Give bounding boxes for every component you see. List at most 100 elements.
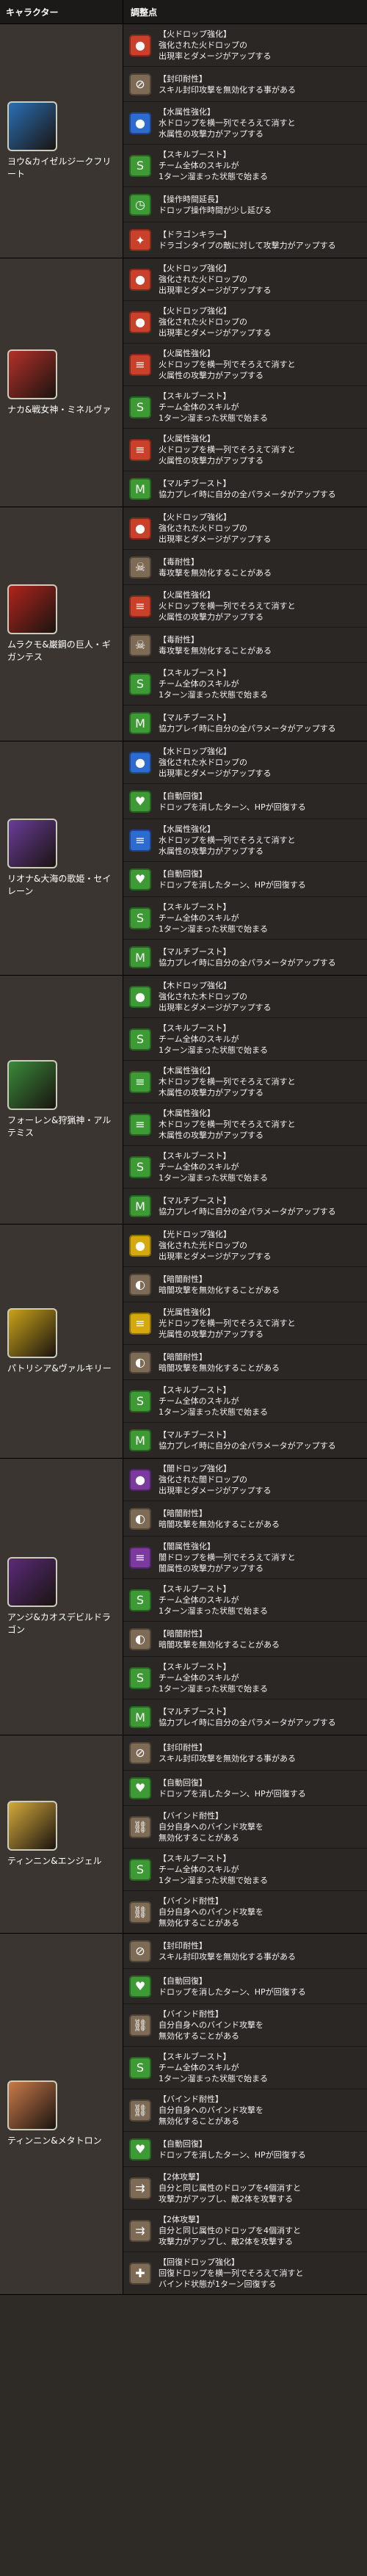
- ability-text: 【火ドロップ強化】 強化された火ドロップの 出現率とダメージがアップする: [159, 512, 271, 545]
- character-table: ヨウ&カイゼルジークフリート ● 【火ドロップ強化】 強化された火ドロップの 出現率とダ…: [0, 24, 367, 2295]
- ability-description: スキル封印攻撃を無効化する事がある: [159, 1753, 296, 1763]
- dark-orb-icon: ●: [129, 1468, 151, 1491]
- ability-title: 【火ドロップ強化】: [159, 29, 231, 39]
- ability-description: チーム全体のスキルが: [159, 1595, 239, 1605]
- ability-title: 【スキルブースト】: [159, 150, 231, 159]
- ability-description: 1ターン溜まった状態で始まる: [159, 690, 269, 700]
- ability-description: 1ターン溜まった状態で始まる: [159, 1407, 269, 1417]
- ability-description: 無効化することがある: [159, 2116, 239, 2126]
- ability-text: 【水属性強化】 水ドロップを横一列でそろえて消すと 水属性の攻撃力がアップする: [159, 106, 295, 139]
- skill-boost-icon: S: [129, 2056, 151, 2079]
- character-portrait: [7, 1060, 57, 1110]
- ability-item: ● 【木ドロップ強化】 強化された木ドロップの 出現率とダメージがアップする: [123, 976, 367, 1018]
- water-orb-icon: ●: [129, 751, 151, 774]
- character-row: ムラクモ&巌鋼の巨人・ギガンテス ● 【火ドロップ強化】 強化された火ドロップの 出現率…: [0, 507, 367, 741]
- character-row: アンジ&カオスデビルドラゴン ● 【闇ドロップ強化】 強化された闇ドロップの 出現率とダ…: [0, 1459, 367, 1735]
- ability-title: 【自動回復】: [159, 1975, 207, 1986]
- ability-description: 暗闇攻撃を無効化することがある: [159, 1285, 280, 1295]
- ability-text: 【スキルブースト】 チーム全体のスキルが 1ターン溜まった状態で始まる: [159, 2051, 268, 2084]
- ability-description: 1ターン溜まった状態で始まる: [159, 1606, 269, 1616]
- character-cell: ティンニン&エンジェル: [0, 1735, 123, 1933]
- ability-item: ♥ 【自動回復】 ドロップを消したターン、HPが回復する: [123, 2132, 367, 2167]
- light-row-icon: ≡: [129, 1312, 151, 1335]
- ability-title: 【回復ドロップ強化】: [159, 2257, 239, 2267]
- ability-title: 【スキルブースト】: [159, 391, 231, 401]
- ability-item: ≡ 【木属性強化】 木ドロップを横一列でそろえて消すと 木属性の攻撃力がアップする: [123, 1061, 367, 1103]
- ability-title: 【スキルブースト】: [159, 1023, 231, 1033]
- ability-item: ⛓ 【バインド耐性】 自分自身へのバインド攻撃を 無効化することがある: [123, 2004, 367, 2047]
- character-portrait: [7, 2080, 57, 2130]
- ability-item: ⇉ 【2体攻撃】 自分と同じ属性のドロップを4個消すと 攻撃力がアップし、敵2体を攻撃…: [123, 2210, 367, 2252]
- ability-item: S 【スキルブースト】 チーム全体のスキルが 1ターン溜まった状態で始まる: [123, 386, 367, 429]
- ability-text: 【光属性強化】 光ドロップを横一列でそろえて消すと 光属性の攻撃力がアップする: [159, 1307, 295, 1340]
- ability-title: 【水属性強化】: [159, 824, 215, 834]
- ability-description: 協力プレイ時に自分の全パラメータがアップする: [159, 958, 336, 968]
- ability-description: 自分と同じ属性のドロップを4個消すと: [159, 2226, 301, 2235]
- two-way-icon: ⇉: [129, 2177, 151, 2199]
- ability-item: S 【スキルブースト】 チーム全体のスキルが 1ターン溜まった状態で始まる: [123, 1848, 367, 1891]
- auto-heal-icon: ♥: [129, 790, 151, 813]
- ability-item: ● 【闇ドロップ強化】 強化された闇ドロップの 出現率とダメージがアップする: [123, 1459, 367, 1501]
- ability-title: 【自動回復】: [159, 2138, 207, 2149]
- ability-description: 木属性の攻撃力がアップする: [159, 1088, 264, 1097]
- ability-title: 【暗闇耐性】: [159, 1628, 207, 1639]
- multi-boost-icon: M: [129, 712, 151, 734]
- character-name: ヨウ&カイゼルジークフリート: [7, 156, 112, 179]
- skill-boost-icon: S: [129, 1390, 151, 1412]
- ability-list: ● 【闇ドロップ強化】 強化された闇ドロップの 出現率とダメージがアップする ◐ 【暗闇耐…: [123, 1459, 367, 1735]
- ability-title: 【スキルブースト】: [159, 1584, 231, 1594]
- ability-description: スキル封印攻撃を無効化する事がある: [159, 1951, 296, 1962]
- ability-description: 火ドロップを横一列でそろえて消すと: [159, 601, 296, 611]
- fire-orb-icon: ●: [129, 517, 151, 540]
- seal-resist-icon: ⊘: [129, 73, 151, 95]
- character-portrait: [7, 1557, 57, 1607]
- ability-text: 【火ドロップ強化】 強化された火ドロップの 出現率とダメージがアップする: [159, 263, 271, 296]
- ability-text: 【封印耐性】 スキル封印攻撃を無効化する事がある: [159, 1742, 296, 1764]
- ability-description: 暗闇攻撃を無効化することがある: [159, 1639, 280, 1650]
- ability-text: 【スキルブースト】 チーム全体のスキルが 1ターン溜まった状態で始まる: [159, 1853, 268, 1886]
- ability-description: 木ドロップを横一列でそろえて消すと: [159, 1120, 296, 1129]
- skill-boost-icon: S: [129, 154, 151, 177]
- darkness-resist-icon: ◐: [129, 1628, 151, 1650]
- ability-item: M 【マルチブースト】 協力プレイ時に自分の全パラメータがアップする: [123, 940, 367, 975]
- character-row: パトリシア&ヴァルキリー ● 【光ドロップ強化】 強化された光ドロップの 出現率とダメー…: [0, 1224, 367, 1459]
- fire-row-icon: ≡: [129, 353, 151, 376]
- ability-description: 水ドロップを横一列でそろえて消すと: [159, 835, 296, 845]
- character-portrait: [7, 101, 57, 151]
- ability-description: 協力プレイ時に自分の全パラメータがアップする: [159, 1207, 336, 1216]
- ability-text: 【スキルブースト】 チーム全体のスキルが 1ターン溜まった状態で始まる: [159, 149, 268, 182]
- ability-title: 【バインド耐性】: [159, 2009, 223, 2019]
- character-name: ムラクモ&巌鋼の巨人・ギガンテス: [7, 639, 111, 662]
- ability-title: 【ドラゴンキラー】: [159, 230, 231, 239]
- ability-text: 【バインド耐性】 自分自身へのバインド攻撃を 無効化することがある: [159, 1895, 264, 1929]
- ability-description: 協力プレイ時に自分の全パラメータがアップする: [159, 490, 336, 499]
- multi-boost-icon: M: [129, 1706, 151, 1728]
- ability-description: 1ターン溜まった状態で始まる: [159, 1173, 269, 1183]
- ability-description: 強化された水ドロップの: [159, 758, 247, 767]
- ability-title: 【マルチブースト】: [159, 1707, 231, 1716]
- character-cell: ヨウ&カイゼルジークフリート: [0, 24, 123, 258]
- ability-title: 【マルチブースト】: [159, 479, 231, 488]
- ability-description: ドロップを消したターン、HPが回復する: [159, 879, 306, 890]
- ability-description: 火属性の攻撃力がアップする: [159, 612, 264, 622]
- ability-text: 【闇ドロップ強化】 強化された闇ドロップの 出現率とダメージがアップする: [159, 1463, 271, 1496]
- ability-text: 【火属性強化】 火ドロップを横一列でそろえて消すと 火属性の攻撃力がアップする: [159, 348, 295, 381]
- ability-description: 強化された火ドロップの: [159, 275, 247, 284]
- ability-item: ≡ 【火属性強化】 火ドロップを横一列でそろえて消すと 火属性の攻撃力がアップする: [123, 344, 367, 386]
- character-portrait: [7, 819, 57, 868]
- ability-text: 【2体攻撃】 自分と同じ属性のドロップを4個消すと 攻撃力がアップし、敵2体を攻撃す…: [159, 2172, 301, 2205]
- light-orb-icon: ●: [129, 1234, 151, 1257]
- ability-text: 【自動回復】 ドロップを消したターン、HPが回復する: [159, 1777, 306, 1799]
- fire-row-icon: ≡: [129, 595, 151, 617]
- ability-title: 【闇ドロップ強化】: [159, 1464, 231, 1473]
- ability-description: 光ドロップを横一列でそろえて消すと: [159, 1318, 296, 1328]
- ability-title: 【マルチブースト】: [159, 947, 231, 957]
- ability-title: 【光属性強化】: [159, 1307, 215, 1317]
- ability-description: 出現率とダメージがアップする: [159, 286, 272, 295]
- ability-text: 【暗闇耐性】 暗闇攻撃を無効化することがある: [159, 1508, 280, 1530]
- ability-description: 毒攻撃を無効化することがある: [159, 645, 272, 656]
- character-row: フォーレン&狩猟神・アルテミス ● 【木ドロップ強化】 強化された木ドロップの 出現率と…: [0, 976, 367, 1224]
- ability-text: 【スキルブースト】 チーム全体のスキルが 1ターン溜まった状態で始まる: [159, 1023, 268, 1056]
- character-row: リオナ&大海の歌姫・セイレーン ● 【水ドロップ強化】 強化された水ドロップの 出現率と…: [0, 741, 367, 976]
- ability-item: ♥ 【自動回復】 ドロップを消したターン、HPが回復する: [123, 1771, 367, 1806]
